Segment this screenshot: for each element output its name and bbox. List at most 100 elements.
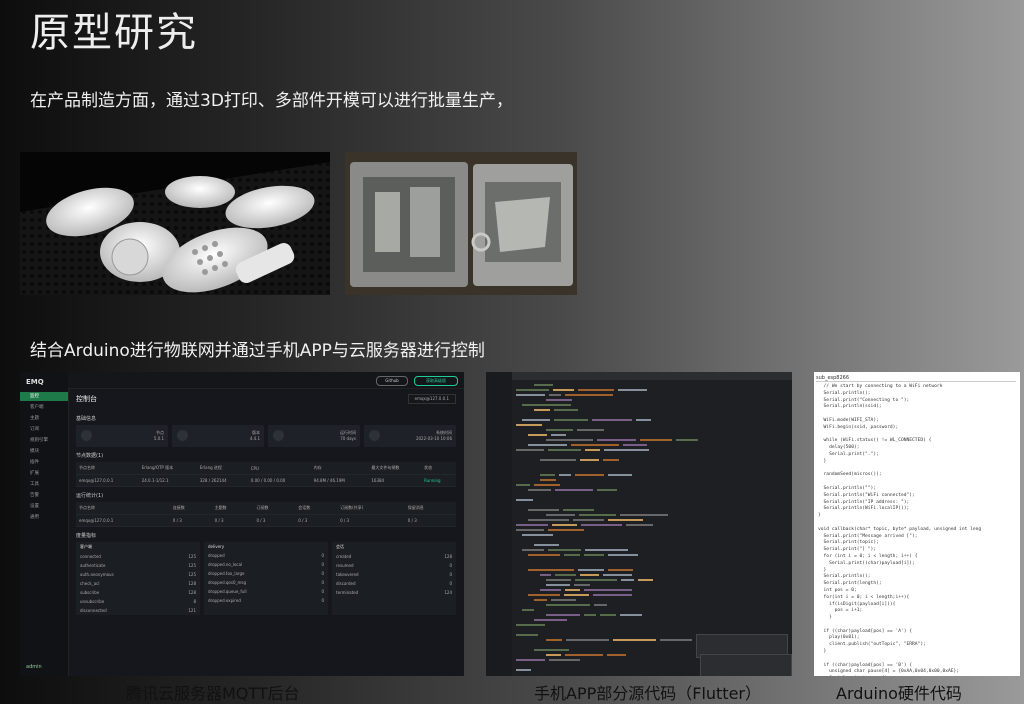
code-token — [516, 449, 544, 451]
code-token — [540, 574, 551, 576]
basic-info-cards: 节点 5.0.1 版本 4.4.1 运行时间 70 days 系统时间 2022-03-… — [76, 425, 456, 447]
code-token — [581, 524, 622, 526]
code-token — [551, 599, 576, 601]
code-token — [608, 519, 643, 521]
page-title: 原型研究 — [30, 10, 198, 56]
code-token — [540, 479, 556, 481]
code-token — [528, 444, 567, 446]
mqtt-caption: 腾讯云服务器MQTT后台 — [126, 684, 300, 703]
code-token — [600, 614, 616, 616]
nodes-heading: 节点数据(1) — [76, 453, 104, 459]
code-token — [528, 569, 574, 571]
code-token — [618, 389, 647, 391]
code-token — [546, 439, 593, 441]
emq-nav-item[interactable]: 规则引擎 — [20, 436, 68, 445]
code-token — [584, 554, 604, 556]
emq-dashboard-screenshot: EMQ 监控 客户端 主题 订阅 规则引擎 模块 插件 扩展 工具 告警 设置 … — [20, 372, 464, 676]
code-token — [546, 429, 573, 431]
code-token — [676, 439, 698, 441]
emq-nav-item[interactable]: 客户端 — [20, 403, 68, 412]
emq-nav-item[interactable]: 工具 — [20, 480, 68, 489]
code-token — [522, 609, 534, 611]
code-token — [546, 399, 572, 401]
code-token — [564, 594, 589, 596]
code-token — [621, 579, 634, 581]
code-token — [552, 524, 577, 526]
node-select[interactable]: emqx@127.0.0.1 — [407, 394, 456, 404]
code-token — [574, 584, 590, 586]
table-row: emqx@127.0.0.1 0 / 30 / 30 / 30 / 30 / 30… — [76, 514, 456, 527]
arduino-code-text: // We start by connecting to a WiFi netw… — [818, 384, 982, 675]
code-token — [620, 614, 642, 616]
code-token — [516, 659, 545, 661]
code-token — [534, 384, 553, 386]
code-token — [534, 484, 560, 486]
emq-nav-item[interactable]: 订阅 — [20, 425, 68, 434]
code-token — [516, 499, 533, 501]
code-token — [636, 419, 651, 421]
code-token — [603, 574, 632, 576]
code-token — [528, 554, 560, 556]
emq-nav-item[interactable]: 监控 — [20, 392, 68, 401]
code-token — [540, 459, 576, 461]
emq-nav-item[interactable]: 模块 — [20, 447, 68, 456]
info-card: 系统时间 2022-03-10 10:06 — [364, 425, 456, 447]
code-token — [534, 544, 559, 546]
table-header-row: 节点名称 连接数 主题数 订阅数 会话数 订阅数(共享) 保留消息 — [76, 502, 456, 515]
code-token — [553, 389, 574, 391]
code-token — [548, 529, 584, 531]
iot-subtitle: 结合Arduino进行物联网并通过手机APP与云服务器进行控制 — [30, 341, 485, 361]
code-token — [565, 589, 580, 591]
code-token — [516, 484, 530, 486]
code-token — [608, 569, 633, 571]
code-token — [516, 634, 538, 636]
metrics-grid: 客户端 connected 125 authenticate 125 auth.an… — [76, 542, 456, 615]
emq-nav-item[interactable]: 通用 — [20, 513, 68, 522]
code-token — [534, 649, 569, 651]
code-token — [559, 474, 571, 476]
upgrade-button[interactable]: 获取高级版 — [414, 376, 458, 386]
info-card: 节点 5.0.1 — [76, 425, 168, 447]
emq-topbar: Github 获取高级版 — [68, 372, 464, 389]
emq-nav-item[interactable]: 主题 — [20, 414, 68, 423]
emq-admin-user[interactable]: admin — [26, 664, 42, 670]
table-row: emqx@127.0.0.1 24.0.1-1/12.1 328 / 262144 0… — [76, 474, 456, 487]
code-token — [660, 639, 692, 641]
arduino-code-screenshot: sub_esp8266 // We start by connecting to… — [814, 372, 1020, 676]
arduino-file-tab[interactable]: sub_esp8266 — [816, 375, 1016, 382]
arduino-caption: Arduino硬件代码 — [836, 684, 962, 703]
emq-nav-item[interactable]: 告警 — [20, 491, 68, 500]
emq-nav-item[interactable]: 扩展 — [20, 469, 68, 478]
code-token — [584, 614, 596, 616]
notification-popup — [700, 654, 792, 676]
code-token — [516, 394, 545, 396]
github-button[interactable]: Github — [376, 376, 408, 386]
code-token — [594, 604, 607, 606]
code-token — [522, 549, 544, 551]
emq-sidebar: EMQ 监控 客户端 主题 订阅 规则引擎 模块 插件 扩展 工具 告警 设置 … — [20, 372, 69, 676]
emq-nav-item[interactable]: 设置 — [20, 502, 68, 511]
metrics-column: delivery dropped 0 dropped.no_local 0 drop… — [204, 542, 328, 615]
code-token — [522, 419, 550, 421]
code-token — [546, 639, 562, 641]
code-token — [613, 639, 656, 641]
code-token — [564, 554, 580, 556]
code-token — [546, 654, 561, 656]
emq-nav-item[interactable]: 插件 — [20, 458, 68, 467]
code-token — [563, 509, 594, 511]
code-token — [549, 394, 561, 396]
nodes-table: 节点名称 Erlang/OTP 版本 Erlang 进程 CPU 内存 最大文件句柄数 状态… — [76, 462, 456, 487]
code-token — [575, 474, 604, 476]
code-token — [579, 514, 616, 516]
basic-info-heading: 基础信息 — [76, 416, 97, 422]
metrics-column: 客户端 connected 125 authenticate 125 auth.an… — [76, 542, 200, 615]
code-token — [575, 579, 617, 581]
code-token — [603, 459, 619, 461]
flutter-caption: 手机APP部分源代码（Flutter） — [534, 684, 762, 703]
code-token — [555, 574, 576, 576]
code-token — [554, 419, 588, 421]
code-token — [546, 514, 575, 516]
code-token — [516, 529, 544, 531]
code-token — [623, 444, 647, 446]
code-token — [638, 579, 653, 581]
